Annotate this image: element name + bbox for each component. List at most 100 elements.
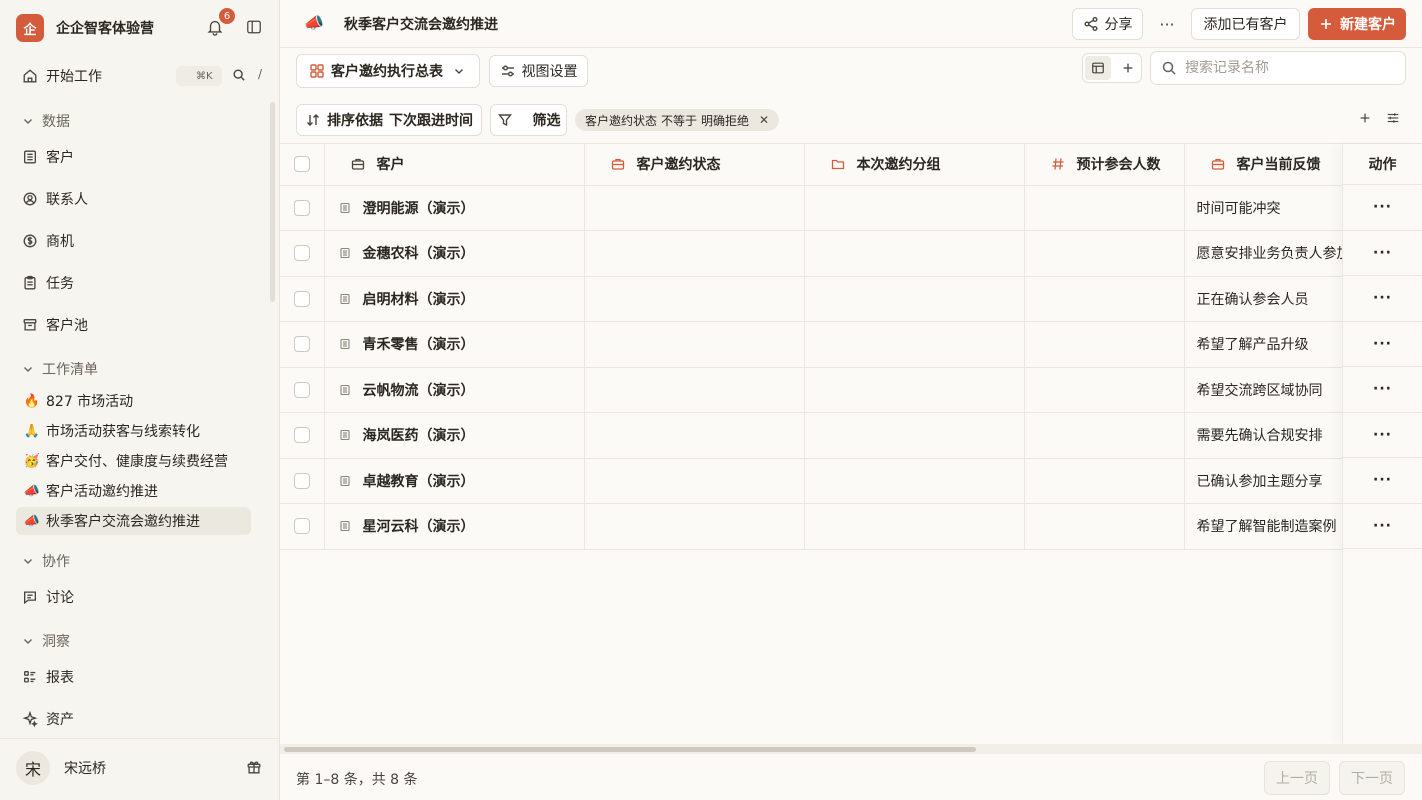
row-more-actions-button[interactable]: ··· xyxy=(1343,322,1422,367)
cell-count[interactable] xyxy=(1024,321,1185,368)
cell-customer[interactable]: 青禾零售（演示） xyxy=(324,321,585,368)
cell-group[interactable] xyxy=(804,321,1025,368)
worklist-item[interactable]: 🙏 市场活动获客与线索转化 xyxy=(16,417,251,445)
checkbox[interactable] xyxy=(293,518,310,535)
add-existing-customer-button[interactable]: 添加已有客户 xyxy=(1191,8,1300,40)
cell-count[interactable] xyxy=(1024,412,1185,459)
filter-chip[interactable]: 客户邀约状态 不等于 明确拒绝 ✕ xyxy=(575,109,780,131)
cell-count[interactable] xyxy=(1024,276,1185,322)
row-select[interactable] xyxy=(280,185,325,231)
row-more-actions-button[interactable]: ··· xyxy=(1343,504,1422,549)
row-select[interactable] xyxy=(280,230,325,277)
nav-home[interactable]: 开始工作 ⌘K / xyxy=(16,61,262,91)
cell-group[interactable] xyxy=(804,230,1025,277)
row-more-actions-button[interactable]: ··· xyxy=(1343,185,1422,231)
gift-icon[interactable] xyxy=(246,759,264,777)
close-icon[interactable]: ✕ xyxy=(759,113,769,127)
column-settings-icon[interactable] xyxy=(1386,111,1402,127)
worklist-item[interactable]: 📣 客户活动邀约推进 xyxy=(16,477,251,505)
column-header-customer[interactable]: 客户 xyxy=(324,144,585,186)
cell-group[interactable] xyxy=(804,276,1025,322)
sidebar-toggle-icon[interactable] xyxy=(246,19,264,37)
cell-group[interactable] xyxy=(804,412,1025,459)
new-customer-button[interactable]: 新建客户 xyxy=(1308,8,1406,40)
cell-group[interactable] xyxy=(804,185,1025,231)
search-input[interactable] xyxy=(1185,60,1395,76)
cell-customer[interactable]: 云帆物流（演示） xyxy=(324,367,585,413)
table-row[interactable]: 星河云科（演示） 希望了解智能制造案例 xyxy=(280,503,1422,550)
table-row[interactable]: 金穗农科（演示） 愿意安排业务负责人参加 xyxy=(280,230,1422,277)
filter-button[interactable]: 筛选 xyxy=(490,104,567,136)
more-options-button[interactable]: ··· xyxy=(1156,10,1178,38)
nav-discussion[interactable]: 讨论 xyxy=(16,582,256,612)
cell-status[interactable] xyxy=(584,185,805,231)
cell-status[interactable] xyxy=(584,412,805,459)
cell-count[interactable] xyxy=(1024,367,1185,413)
checkbox[interactable] xyxy=(293,381,310,398)
header-select-all[interactable] xyxy=(280,144,325,186)
cell-customer[interactable]: 启明材料（演示） xyxy=(324,276,585,322)
nav-customers[interactable]: 客户 xyxy=(16,142,256,172)
cell-status[interactable] xyxy=(584,276,805,322)
cell-count[interactable] xyxy=(1024,185,1185,231)
table-row[interactable]: 青禾零售（演示） 希望了解产品升级 xyxy=(280,321,1422,368)
cell-status[interactable] xyxy=(584,230,805,277)
cell-status[interactable] xyxy=(584,367,805,413)
cell-customer[interactable]: 卓越教育（演示） xyxy=(324,458,585,504)
view-selector[interactable]: 客户邀约执行总表 xyxy=(296,54,480,88)
row-more-actions-button[interactable]: ··· xyxy=(1343,458,1422,504)
checkbox[interactable] xyxy=(293,199,310,216)
cell-count[interactable] xyxy=(1024,503,1185,550)
user-profile[interactable]: 宋 宋远桥 xyxy=(16,750,266,786)
sidebar-scrollbar[interactable] xyxy=(270,102,275,302)
cell-count[interactable] xyxy=(1024,230,1185,277)
section-worklist[interactable]: 工作清单 xyxy=(22,358,98,380)
row-select[interactable] xyxy=(280,458,325,504)
worklist-item[interactable]: 🥳 客户交付、健康度与续费经营 xyxy=(16,447,251,475)
row-select[interactable] xyxy=(280,321,325,368)
prev-page-button[interactable]: 上一页 xyxy=(1264,761,1330,795)
checkbox[interactable] xyxy=(293,245,310,262)
cell-customer[interactable]: 金穗农科（演示） xyxy=(324,230,585,277)
search-icon[interactable] xyxy=(232,68,248,84)
row-select[interactable] xyxy=(280,367,325,413)
worklist-item[interactable]: 🔥 827 市场活动 xyxy=(16,387,251,415)
cell-count[interactable] xyxy=(1024,458,1185,504)
column-header-invite-group[interactable]: 本次邀约分组 xyxy=(804,144,1025,186)
row-more-actions-button[interactable]: ··· xyxy=(1343,276,1422,322)
table-row[interactable]: 澄明能源（演示） 时间可能冲突 xyxy=(280,185,1422,231)
section-collab[interactable]: 协作 xyxy=(22,550,70,572)
cell-status[interactable] xyxy=(584,458,805,504)
cell-group[interactable] xyxy=(804,503,1025,550)
nav-customer-pool[interactable]: 客户池 xyxy=(16,310,256,340)
worklist-item-active[interactable]: 📣 秋季客户交流会邀约推进 xyxy=(16,507,251,535)
column-header-expected-attendees[interactable]: 预计参会人数 xyxy=(1024,144,1185,186)
checkbox[interactable] xyxy=(293,336,310,353)
row-more-actions-button[interactable]: ··· xyxy=(1343,413,1422,458)
row-select[interactable] xyxy=(280,412,325,459)
add-view-icon[interactable] xyxy=(1115,56,1141,80)
checkbox[interactable] xyxy=(293,156,310,173)
row-select[interactable] xyxy=(280,276,325,322)
nav-opportunities[interactable]: 商机 xyxy=(16,226,256,256)
cell-group[interactable] xyxy=(804,367,1025,413)
horizontal-scrollbar[interactable] xyxy=(280,744,1422,754)
table-row[interactable]: 海岚医药（演示） 需要先确认合规安排 xyxy=(280,412,1422,459)
cell-group[interactable] xyxy=(804,458,1025,504)
nav-assets[interactable]: 资产 xyxy=(16,704,256,734)
nav-tasks[interactable]: 任务 xyxy=(16,268,256,298)
nav-reports[interactable]: 报表 xyxy=(16,662,256,692)
add-column-icon[interactable] xyxy=(1358,111,1374,127)
checkbox[interactable] xyxy=(293,472,310,489)
table-view-icon[interactable] xyxy=(1085,56,1111,80)
cell-status[interactable] xyxy=(584,321,805,368)
row-select[interactable] xyxy=(280,503,325,550)
row-more-actions-button[interactable]: ··· xyxy=(1343,367,1422,413)
section-insight[interactable]: 洞察 xyxy=(22,630,70,652)
view-settings-button[interactable]: 视图设置 xyxy=(489,55,588,87)
sort-button[interactable]: 排序依据 下次跟进时间 xyxy=(296,104,482,136)
nav-contacts[interactable]: 联系人 xyxy=(16,184,256,214)
next-page-button[interactable]: 下一页 xyxy=(1339,761,1405,795)
cell-customer[interactable]: 澄明能源（演示） xyxy=(324,185,585,231)
table-row[interactable]: 卓越教育（演示） 已确认参加主题分享 xyxy=(280,458,1422,504)
